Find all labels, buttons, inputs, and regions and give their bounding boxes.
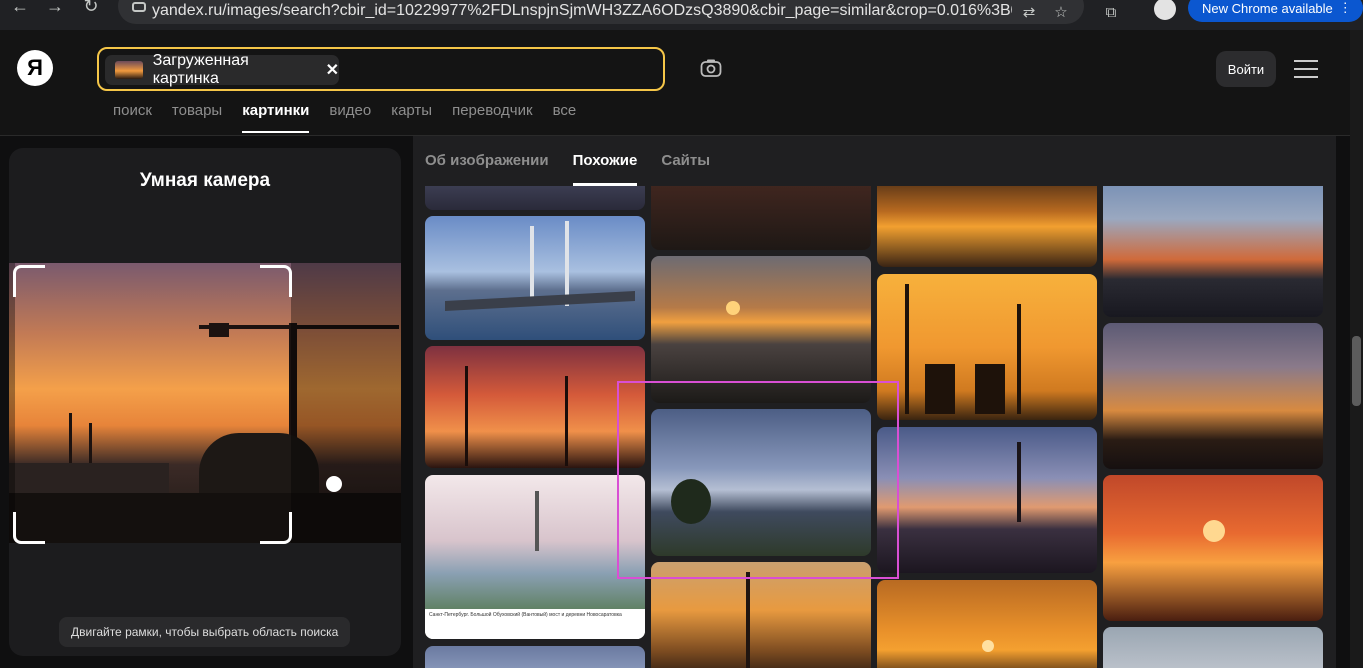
smart-camera-title: Умная камера <box>139 170 271 191</box>
image-result[interactable] <box>651 256 871 403</box>
results-tabs: Об изображении Похожие Сайты <box>425 152 734 186</box>
image-result[interactable] <box>651 186 871 250</box>
page-scrollbar[interactable] <box>1350 30 1363 668</box>
query-image <box>9 263 401 543</box>
image-result[interactable] <box>1103 323 1323 469</box>
address-bar[interactable]: yandex.ru/images/search?cbir_id=10229977… <box>118 0 1084 24</box>
image-result[interactable] <box>877 274 1097 420</box>
more-vert-icon: ⋮ <box>1338 0 1352 15</box>
login-button[interactable]: Войти <box>1216 51 1276 87</box>
smart-camera-panel: Умная камера Двигайте рамки, чтобы выбра… <box>9 148 401 656</box>
similar-images-grid: Санкт-Петербург. Большой Обуховский (Ван… <box>425 186 1325 668</box>
crop-corner-bottom-right[interactable] <box>260 512 292 544</box>
bookmark-star-icon[interactable]: ☆ <box>1051 2 1071 22</box>
crop-corner-top-right[interactable] <box>260 265 292 297</box>
image-caption: Санкт-Петербург. Большой Обуховский (Ван… <box>425 609 645 639</box>
image-result[interactable] <box>651 562 871 668</box>
remove-image-icon[interactable]: ✕ <box>326 60 339 80</box>
tab-all[interactable]: все <box>553 102 577 134</box>
tab-video[interactable]: видео <box>329 102 371 134</box>
image-result[interactable] <box>425 346 645 468</box>
crop-corner-top-left[interactable] <box>13 265 45 297</box>
tab-sites[interactable]: Сайты <box>661 152 710 186</box>
site-info-icon[interactable] <box>132 2 146 12</box>
tab-goods[interactable]: товары <box>172 102 222 134</box>
forward-arrow-icon[interactable]: → <box>43 0 67 18</box>
tab-similar[interactable]: Похожие <box>572 152 637 186</box>
yandex-header: Я Загруженная картинка ✕ Войти поиск тов… <box>0 30 1363 136</box>
browser-toolbar: ← → ↻ yandex.ru/images/search?cbir_id=10… <box>0 0 1363 30</box>
yandex-logo[interactable]: Я <box>17 50 53 86</box>
image-result[interactable] <box>877 186 1097 267</box>
uploaded-image-label: Загруженная картинка <box>152 52 249 87</box>
image-result[interactable] <box>425 216 645 340</box>
tab-about-image[interactable]: Об изображении <box>425 152 549 186</box>
crop-corner-bottom-left[interactable] <box>13 512 45 544</box>
profile-avatar-icon[interactable] <box>1154 0 1176 20</box>
tab-maps[interactable]: карты <box>391 102 432 134</box>
extensions-icon[interactable]: ⧉ <box>1101 2 1121 22</box>
image-result[interactable] <box>877 427 1097 573</box>
back-arrow-icon[interactable]: ← <box>8 0 32 18</box>
image-result[interactable] <box>425 186 645 210</box>
image-result[interactable] <box>1103 186 1323 317</box>
service-tabs: поиск товары картинки видео карты перево… <box>113 102 596 134</box>
reload-icon[interactable]: ↻ <box>79 0 103 18</box>
image-result[interactable] <box>877 580 1097 668</box>
menu-icon[interactable] <box>1294 60 1318 78</box>
uploaded-image-chip[interactable]: Загруженная картинка ✕ <box>105 52 339 87</box>
address-bar-url[interactable]: yandex.ru/images/search?cbir_id=10229977… <box>152 2 1012 20</box>
tab-translator[interactable]: переводчик <box>452 102 532 134</box>
tab-images[interactable]: картинки <box>242 102 310 134</box>
crop-hint: Двигайте рамки, чтобы выбрать область по… <box>59 617 351 647</box>
chrome-update-button[interactable]: New Chrome available ⋮ <box>1188 0 1363 22</box>
search-box[interactable]: Загруженная картинка ✕ <box>97 47 665 91</box>
uploaded-image-thumbnail <box>115 61 143 79</box>
image-result[interactable] <box>1103 475 1323 621</box>
image-result[interactable] <box>425 646 645 668</box>
chrome-update-label: New Chrome available <box>1202 0 1333 16</box>
image-result[interactable] <box>1103 627 1323 668</box>
scrollbar-thumb[interactable] <box>1352 336 1361 406</box>
image-result[interactable] <box>651 409 871 556</box>
translate-icon[interactable]: ⇄ <box>1019 2 1039 22</box>
camera-search-icon[interactable] <box>699 56 723 80</box>
image-result[interactable]: Санкт-Петербург. Большой Обуховский (Ван… <box>425 475 645 639</box>
tab-search[interactable]: поиск <box>113 102 152 134</box>
results-panel: Об изображении Похожие Сайты Санкт-Петер… <box>413 136 1336 668</box>
crop-point-handle[interactable] <box>326 476 342 492</box>
